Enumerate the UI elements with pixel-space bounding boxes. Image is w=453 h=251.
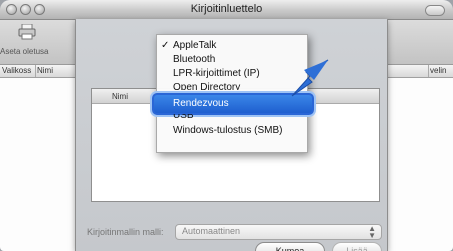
window-title: Kirjoitinluettelo [190, 3, 263, 15]
stepper-arrows-icon: ▲ ▼ [368, 224, 376, 240]
set-default-label: Aseta oletusa [0, 47, 49, 56]
cancel-button[interactable]: Kumoa [255, 242, 325, 251]
menu-item-lpr[interactable]: LPR-kirjoittimet (IP) [157, 67, 307, 81]
menu-item-open-directory[interactable]: Open Directory [157, 81, 307, 90]
printer-model-value: Automaattinen [182, 226, 241, 236]
column-name[interactable]: Nimi [37, 66, 53, 75]
name-column-label[interactable]: Nimi [112, 92, 128, 101]
menu-item-bluetooth[interactable]: Bluetooth [157, 53, 307, 67]
printer-icon [18, 24, 36, 40]
column-divider [35, 65, 36, 77]
menu-item-label: Windows-tulostus (SMB) [173, 125, 283, 136]
menu-item-windows-smb[interactable]: Windows-tulostus (SMB) [157, 124, 307, 138]
checkmark-icon: ✓ [161, 40, 170, 51]
menu-item-appletalk[interactable]: ✓ AppleTalk [157, 39, 307, 53]
menu-item-usb[interactable]: USB [157, 114, 307, 122]
column-type[interactable]: velin [430, 66, 446, 75]
menu-item-label: Rendezvous [173, 98, 229, 109]
menu-item-label: AppleTalk [173, 40, 217, 51]
printer-model-label: Kirjoitinmallin malli: [87, 227, 164, 237]
menu-item-label: LPR-kirjoittimet (IP) [173, 68, 260, 79]
column-divider [428, 65, 429, 77]
menu-item-label: Bluetooth [173, 54, 216, 65]
printer-list-window: Kirjoitinluettelo Aseta oletusa Valikoss… [0, 0, 453, 251]
toolbar-toggle-button[interactable] [425, 5, 445, 16]
column-in-menu[interactable]: Valikoss [2, 66, 31, 75]
menu-item-label: USB [173, 114, 194, 121]
printer-model-select[interactable]: Automaattinen ▲ ▼ [175, 224, 382, 240]
add-button[interactable]: Lisää [332, 242, 382, 251]
menu-item-label: Open Directory [173, 82, 241, 90]
connection-type-menu: ✓ AppleTalk Bluetooth LPR-kirjoittimet (… [152, 34, 314, 153]
title-bar[interactable]: Kirjoitinluettelo [0, 0, 453, 20]
pointer-arrow-icon [291, 59, 329, 97]
